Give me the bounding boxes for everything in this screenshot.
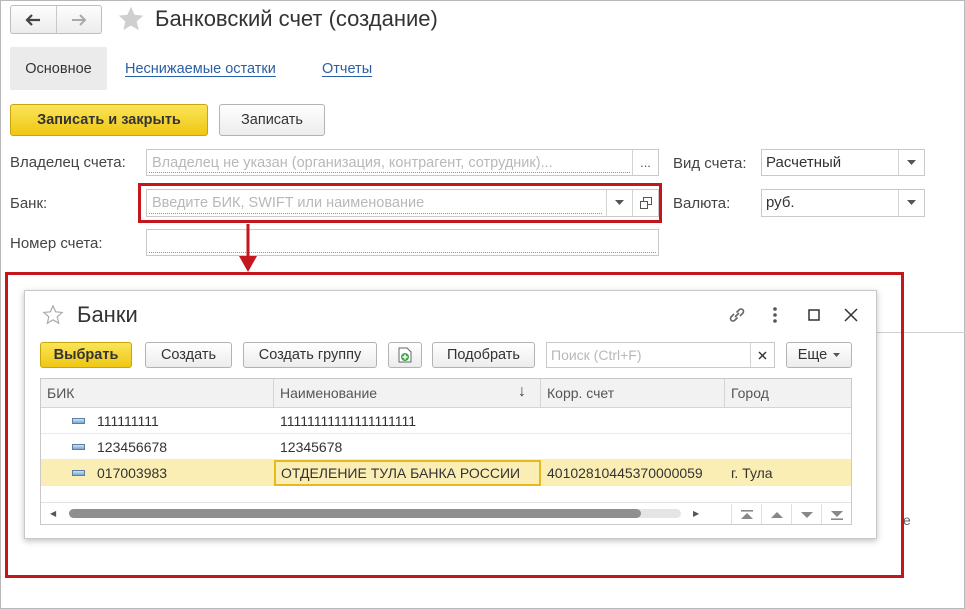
favorite-star-icon[interactable]	[42, 304, 64, 326]
more-vertical-icon[interactable]	[763, 303, 787, 327]
cell-corr	[541, 408, 725, 434]
list-navigation	[731, 504, 851, 524]
cell-corr	[541, 434, 725, 460]
cell-bik: 123456678	[97, 439, 168, 455]
cell-corr: 40102810445370000059	[547, 465, 703, 481]
banks-table: БИК Наименование ↓ Корр. счет Город 1111…	[40, 378, 852, 525]
cell-name: 11111111111111111111	[280, 413, 416, 429]
table-row[interactable]: 111111111 11111111111111111111	[41, 408, 851, 434]
required-underline	[149, 252, 656, 253]
navigation-buttons	[10, 5, 102, 34]
horizontal-scrollbar[interactable]: ◀ ▶	[41, 502, 851, 524]
cell-name-focused[interactable]: ОТДЕЛЕНИЕ ТУЛА БАНКА РОССИИ	[274, 460, 541, 486]
last-page-icon	[830, 510, 843, 520]
tab-min-balances[interactable]: Неснижаемые остатки	[125, 61, 276, 77]
currency-select[interactable]: руб.	[761, 189, 925, 217]
scroll-track[interactable]	[69, 509, 681, 518]
create-group-button[interactable]: Создать группу	[243, 342, 377, 368]
go-last-button[interactable]	[821, 504, 851, 524]
arrow-right-icon	[71, 13, 87, 26]
save-button[interactable]: Записать	[219, 104, 325, 136]
dialog-title: Банки	[77, 302, 138, 327]
column-header-name[interactable]: Наименование ↓	[274, 379, 541, 407]
go-up-button[interactable]	[761, 504, 791, 524]
account-number-label: Номер счета:	[10, 235, 103, 252]
forward-button[interactable]	[55, 6, 102, 33]
account-type-select[interactable]: Расчетный	[761, 149, 925, 176]
cell-name: 12345678	[280, 439, 343, 455]
chevron-down-icon	[907, 200, 916, 205]
go-down-button[interactable]	[791, 504, 821, 524]
cell-bik: 017003983	[97, 465, 168, 481]
scroll-left-icon[interactable]: ◀	[50, 509, 56, 518]
chevron-down-icon	[800, 511, 813, 518]
cell-city: г. Тула	[731, 465, 773, 481]
tab-reports[interactable]: Отчеты	[322, 61, 372, 77]
clear-search-button[interactable]	[750, 343, 774, 367]
back-button[interactable]	[11, 6, 56, 33]
select-button[interactable]: Выбрать	[40, 342, 132, 368]
column-header-bik[interactable]: БИК	[41, 379, 274, 407]
scroll-right-icon[interactable]: ▶	[693, 509, 699, 518]
owner-placeholder: Владелец не указан (организация, контраг…	[152, 155, 553, 171]
owner-select-button[interactable]: ...	[632, 150, 658, 175]
chevron-up-icon	[770, 511, 783, 518]
create-button[interactable]: Создать	[145, 342, 232, 368]
account-number-field[interactable]	[146, 229, 659, 256]
page-title: Банковский счет (создание)	[155, 6, 438, 31]
bank-item-icon	[72, 418, 85, 424]
currency-dropdown-button[interactable]	[898, 190, 924, 216]
owner-label: Владелец счета:	[10, 154, 126, 171]
bank-highlight-box	[138, 183, 662, 223]
chevron-down-icon	[833, 352, 841, 357]
required-underline	[149, 172, 630, 173]
owner-field[interactable]: Владелец не указан (организация, контраг…	[146, 149, 659, 176]
search-placeholder: Поиск (Ctrl+F)	[551, 347, 642, 363]
chevron-down-icon	[907, 159, 916, 165]
save-and-close-button[interactable]: Записать и закрыть	[10, 104, 208, 136]
sort-arrow-icon: ↓	[518, 383, 526, 400]
bank-item-icon	[72, 470, 85, 476]
currency-value: руб.	[766, 194, 795, 211]
column-header-name-label: Наименование	[280, 385, 378, 401]
pick-button[interactable]: Подобрать	[432, 342, 535, 368]
close-icon	[758, 351, 767, 359]
cell-bik: 111111111	[97, 413, 159, 429]
account-type-dropdown-button[interactable]	[898, 150, 924, 175]
table-header: БИК Наименование ↓ Корр. счет Город	[41, 379, 851, 408]
load-from-classifier-button[interactable]	[388, 342, 422, 368]
cell-city	[725, 434, 851, 460]
bank-label: Банк:	[10, 195, 48, 212]
first-page-icon	[740, 509, 753, 519]
document-add-icon	[398, 347, 412, 363]
currency-label: Валюта:	[673, 195, 731, 212]
banks-dialog: Банки Выбрать Создать Создать группу Под…	[24, 290, 877, 539]
red-arrow-icon	[239, 224, 257, 272]
link-icon[interactable]	[725, 303, 749, 327]
table-row[interactable]: 123456678 12345678	[41, 434, 851, 460]
cell-city	[725, 408, 851, 434]
column-header-corr[interactable]: Корр. счет	[541, 379, 725, 407]
background-text: е	[903, 512, 911, 528]
more-button-label: Еще	[797, 347, 828, 363]
close-icon[interactable]	[839, 303, 863, 327]
bank-item-icon	[72, 444, 85, 450]
scroll-thumb[interactable]	[69, 509, 641, 518]
maximize-icon[interactable]	[802, 303, 826, 327]
account-type-value: Расчетный	[766, 154, 842, 171]
table-row-selected[interactable]: 017003983 ОТДЕЛЕНИЕ ТУЛА БАНКА РОССИИ 40…	[41, 460, 851, 486]
more-button[interactable]: Еще	[786, 342, 852, 368]
arrow-left-icon	[25, 13, 41, 26]
tab-main[interactable]: Основное	[10, 47, 107, 90]
account-type-label: Вид счета:	[673, 155, 747, 172]
column-header-city[interactable]: Город	[725, 379, 851, 407]
search-input[interactable]: Поиск (Ctrl+F)	[546, 342, 775, 368]
favorite-star-icon[interactable]	[117, 5, 145, 33]
go-first-button[interactable]	[731, 504, 761, 524]
